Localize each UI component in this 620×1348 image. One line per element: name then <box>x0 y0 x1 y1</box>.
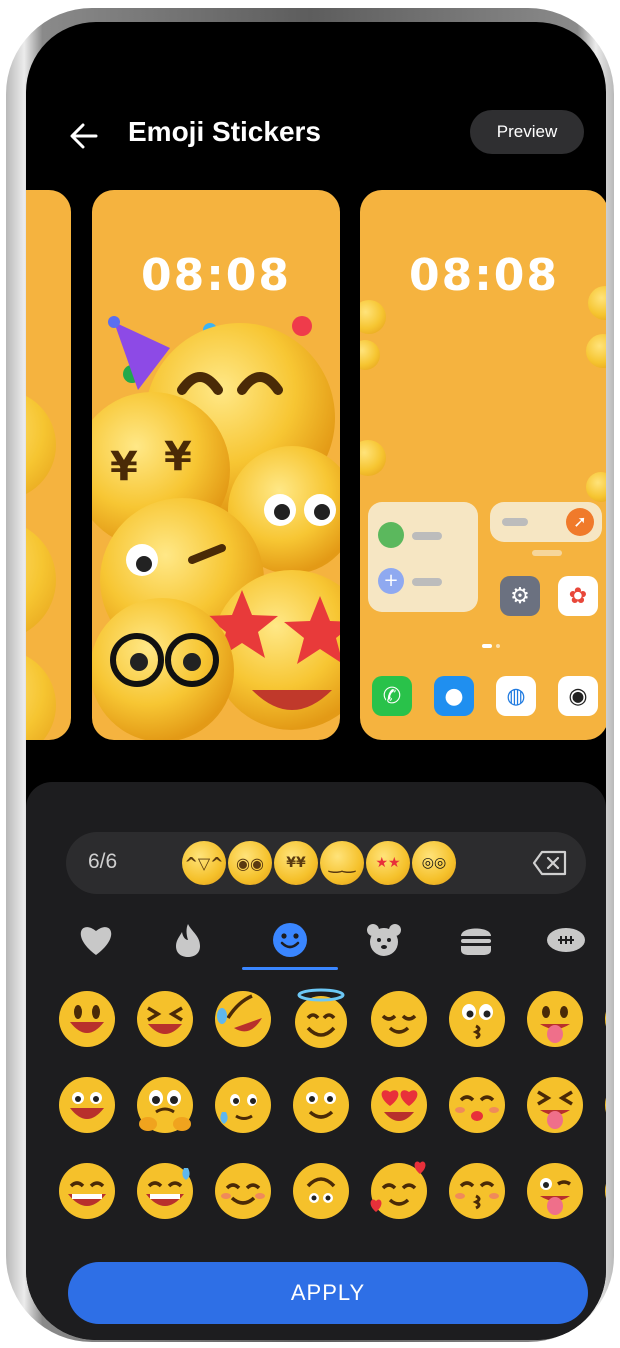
running-icon: ➚ <box>566 508 594 536</box>
party-face-sticker[interactable]: ^▽^ <box>182 841 226 885</box>
winking-tongue-emoji[interactable] <box>524 1160 586 1222</box>
home-clock: 08:08 <box>408 250 560 301</box>
sweat-smile-emoji[interactable] <box>212 1074 274 1136</box>
messages-app-icon[interactable]: ● <box>434 676 474 716</box>
backspace-icon[interactable] <box>532 850 568 876</box>
tongue-out-emoji[interactable] <box>524 988 586 1050</box>
partial-emoji[interactable] <box>602 1160 606 1222</box>
screen: Emoji Stickers Preview 08:08 ¥ ¥ 08:08 +… <box>26 22 606 1340</box>
smiley-icon <box>273 923 307 957</box>
heart-eyes-emoji[interactable] <box>368 1074 430 1136</box>
squint-tongue-emoji[interactable] <box>524 1074 586 1136</box>
preview-button[interactable]: Preview <box>470 110 584 154</box>
back-arrow-icon[interactable] <box>66 118 102 154</box>
page-indicator <box>482 644 492 648</box>
burger-icon <box>461 928 491 955</box>
browser-app-icon[interactable]: ◍ <box>496 676 536 716</box>
emoji-sticker <box>586 334 606 368</box>
emoji-sticker-collage: ¥ ¥ <box>92 316 340 740</box>
tab-activities[interactable] <box>536 918 596 962</box>
active-tab-indicator <box>242 967 338 970</box>
grin-teeth-emoji[interactable] <box>56 1160 118 1222</box>
heart-icon <box>80 927 112 955</box>
grinning-emoji[interactable] <box>56 988 118 1050</box>
partial-emoji[interactable] <box>602 988 606 1050</box>
lock-clock: 08:08 <box>140 250 292 301</box>
open-mouth-grin-emoji[interactable] <box>56 1074 118 1136</box>
teary-hold-emoji[interactable] <box>134 1074 196 1136</box>
emoji-sticker <box>360 340 380 370</box>
hearts-face-emoji[interactable] <box>368 1160 430 1222</box>
header: Emoji Stickers Preview <box>26 22 606 172</box>
tab-fire[interactable] <box>158 918 218 962</box>
flushed-face-sticker[interactable]: ◉◉ <box>228 841 272 885</box>
star-struck-sticker[interactable]: ★★ <box>366 841 410 885</box>
wallpaper-card-previous[interactable] <box>26 190 71 740</box>
squinting-laugh-emoji[interactable] <box>134 988 196 1050</box>
fire-icon <box>176 924 200 957</box>
partial-emoji[interactable] <box>602 1074 606 1136</box>
apply-button[interactable]: APPLY <box>68 1262 588 1324</box>
smirk-face-sticker[interactable]: ‿‿ <box>320 841 364 885</box>
emoji-sticker <box>360 300 386 334</box>
category-tabs <box>26 910 606 974</box>
blush-smile-emoji[interactable] <box>212 1160 274 1222</box>
tab-hearts[interactable] <box>66 918 126 962</box>
rolling-laugh-emoji[interactable] <box>212 988 274 1050</box>
home-screen-preview[interactable]: 08:08 + ➚ ⚙ ✿ ✆ ● ◍ ◉ <box>360 190 606 740</box>
selected-stickers-list: ^▽^ ◉◉ ¥¥ ‿‿ ★★ ◎◎ <box>182 841 456 885</box>
gallery-app-icon[interactable]: ✿ <box>558 576 598 616</box>
halo-smile-emoji[interactable] <box>290 988 352 1050</box>
add-contact-icon: + <box>378 568 404 594</box>
fitness-widget[interactable]: ➚ <box>490 502 602 542</box>
kiss-blush-emoji[interactable] <box>446 1074 508 1136</box>
tab-food[interactable] <box>446 918 506 962</box>
selected-stickers-bar: 6/6 ^▽^ ◉◉ ¥¥ ‿‿ ★★ ◎◎ <box>66 832 586 894</box>
emoji-sticker <box>26 520 56 640</box>
page-title: Emoji Stickers <box>128 116 321 147</box>
camera-app-icon[interactable]: ◉ <box>558 676 598 716</box>
slight-smile-emoji[interactable] <box>290 1074 352 1136</box>
svg-text:¥: ¥ <box>164 434 192 480</box>
kissing-closed-eyes-emoji[interactable] <box>446 1160 508 1222</box>
emoji-sticker <box>586 472 606 502</box>
upside-down-emoji[interactable] <box>290 1160 352 1222</box>
phone-frame: Emoji Stickers Preview 08:08 ¥ ¥ 08:08 +… <box>6 8 614 1342</box>
emoji-sticker <box>26 650 56 740</box>
settings-app-icon[interactable]: ⚙ <box>500 576 540 616</box>
emoji-sticker <box>26 390 56 500</box>
phone-app-icon[interactable]: ✆ <box>372 676 412 716</box>
tab-animals[interactable] <box>354 918 414 962</box>
lock-screen-preview[interactable]: 08:08 ¥ ¥ <box>92 190 340 740</box>
relieved-emoji[interactable] <box>368 988 430 1050</box>
football-icon <box>547 928 585 952</box>
sticker-picker-panel: 6/6 ^▽^ ◉◉ ¥¥ ‿‿ ★★ ◎◎ <box>26 782 606 1340</box>
selection-count: 6/6 <box>88 850 118 873</box>
yen-eyes-sticker[interactable]: ¥¥ <box>274 841 318 885</box>
bear-icon <box>367 924 401 956</box>
emoji-sticker <box>360 440 386 476</box>
contacts-widget[interactable]: + <box>368 502 478 612</box>
sweat-grin-emoji[interactable] <box>134 1160 196 1222</box>
nerd-glasses-sticker[interactable]: ◎◎ <box>412 841 456 885</box>
kissing-emoji[interactable] <box>446 988 508 1050</box>
svg-text:¥: ¥ <box>110 444 138 490</box>
contact-avatar <box>378 522 404 548</box>
tab-smileys[interactable] <box>260 918 320 962</box>
